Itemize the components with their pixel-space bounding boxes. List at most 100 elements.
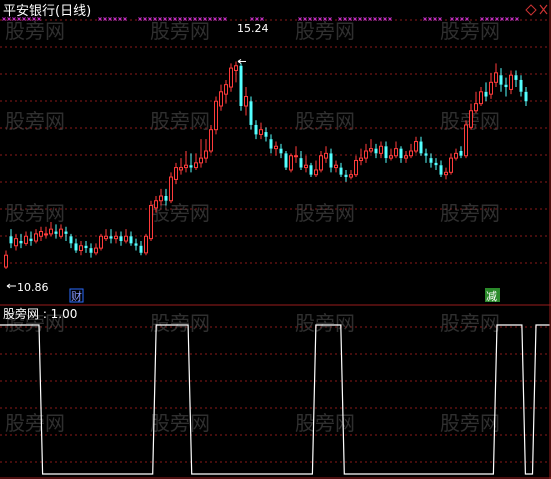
watermark-text: 股旁网 bbox=[150, 311, 210, 335]
candle bbox=[499, 68, 503, 92]
watermark-text: 股旁网 bbox=[150, 411, 210, 435]
candle bbox=[79, 241, 83, 256]
candle bbox=[199, 139, 203, 168]
candle bbox=[324, 146, 328, 163]
candle bbox=[44, 226, 48, 239]
candle bbox=[469, 103, 473, 130]
low-price-label: 10.86 bbox=[17, 281, 49, 294]
candle bbox=[19, 233, 23, 249]
candle bbox=[209, 124, 213, 154]
candle bbox=[129, 231, 133, 246]
candle bbox=[139, 241, 143, 256]
close-icon[interactable] bbox=[539, 4, 548, 15]
watermarks: 股旁网 股旁网 股旁网 股旁网股旁网 股旁网 股旁网股旁网 股旁网 股旁网 股旁网股旁网 股旁网股… bbox=[5, 19, 500, 435]
candle bbox=[264, 127, 268, 142]
high-price-label: 15.24 bbox=[237, 22, 269, 35]
candle bbox=[524, 87, 528, 106]
candle bbox=[279, 143, 283, 159]
candles bbox=[4, 61, 528, 269]
diamond-icon[interactable] bbox=[525, 4, 537, 16]
candle bbox=[29, 231, 33, 246]
candle bbox=[299, 151, 303, 170]
candle bbox=[359, 148, 363, 166]
candle bbox=[134, 238, 138, 251]
candle bbox=[239, 63, 243, 111]
candle bbox=[319, 151, 323, 173]
flag-left: 财 bbox=[71, 289, 82, 303]
candle bbox=[344, 169, 348, 182]
watermark-text: 股旁网 bbox=[5, 19, 65, 43]
candle bbox=[509, 70, 513, 95]
candle bbox=[244, 87, 248, 116]
watermark-text: 股旁网 bbox=[150, 109, 210, 133]
candle bbox=[399, 146, 403, 163]
candle bbox=[419, 136, 423, 156]
candle bbox=[34, 229, 38, 244]
candle bbox=[269, 134, 273, 154]
candle bbox=[84, 241, 88, 253]
candle bbox=[144, 233, 148, 256]
candle bbox=[89, 243, 93, 258]
candle bbox=[284, 151, 288, 170]
candle bbox=[234, 61, 238, 83]
candle bbox=[224, 79, 228, 104]
candle bbox=[59, 224, 63, 239]
candle bbox=[149, 200, 153, 241]
candle bbox=[259, 122, 263, 140]
watermark-text: 股旁网 bbox=[440, 311, 500, 335]
candle bbox=[274, 141, 278, 156]
candle bbox=[514, 70, 518, 88]
candle bbox=[454, 148, 458, 161]
watermark-text: 股旁网 bbox=[5, 109, 65, 133]
candle bbox=[119, 231, 123, 246]
candle bbox=[494, 63, 498, 88]
watermark-text: 股旁网 bbox=[440, 411, 500, 435]
candle bbox=[389, 148, 393, 161]
candle bbox=[69, 233, 73, 249]
candle bbox=[379, 141, 383, 159]
candle bbox=[204, 139, 208, 163]
candle bbox=[449, 153, 453, 175]
candle bbox=[409, 143, 413, 159]
candle bbox=[374, 143, 378, 159]
candle bbox=[249, 96, 253, 130]
candle bbox=[414, 136, 418, 154]
candle bbox=[459, 146, 463, 159]
candle bbox=[254, 120, 258, 140]
watermark-text: 股旁网 bbox=[150, 201, 210, 225]
candle bbox=[109, 229, 113, 244]
indicator-label: 股旁网 : 1.00 bbox=[3, 306, 77, 321]
candle bbox=[99, 233, 103, 251]
annotations bbox=[6, 59, 246, 289]
candle bbox=[329, 148, 333, 173]
candle bbox=[519, 75, 523, 97]
candle bbox=[314, 160, 318, 178]
chart-svg: 股旁网 股旁网 股旁网 股旁网股旁网 股旁网 股旁网股旁网 股旁网 股旁网 股旁网股旁网 股旁网股… bbox=[0, 0, 551, 479]
candle bbox=[174, 162, 178, 185]
candle bbox=[94, 243, 98, 256]
candle bbox=[24, 231, 28, 246]
candle bbox=[214, 96, 218, 135]
chart-window: 股旁网 股旁网 股旁网 股旁网 股旁网 股旁网 股旁网 股旁网 股旁网 股旁网 股旁网 股旁网 股旁网股… bbox=[0, 0, 551, 479]
candle bbox=[464, 120, 468, 159]
candle bbox=[184, 151, 188, 173]
candle bbox=[219, 84, 223, 111]
watermark-text: 股旁网 bbox=[295, 411, 355, 435]
candle bbox=[189, 153, 193, 173]
watermark-text: 股旁网 bbox=[5, 411, 65, 435]
watermark-text: 股旁网 bbox=[440, 19, 500, 43]
candle bbox=[404, 151, 408, 163]
candle bbox=[14, 233, 18, 251]
watermark-text: 股旁网 bbox=[295, 109, 355, 133]
candle bbox=[194, 153, 198, 170]
candle bbox=[394, 141, 398, 159]
candle bbox=[354, 155, 358, 178]
candle bbox=[169, 172, 173, 204]
watermark-text: 股旁网 bbox=[440, 201, 500, 225]
candle bbox=[444, 167, 448, 180]
indicator-line bbox=[0, 324, 551, 475]
candle bbox=[9, 229, 13, 249]
flag-right: 减 bbox=[486, 290, 497, 303]
candle bbox=[64, 226, 68, 241]
grid-lines bbox=[0, 19, 549, 463]
